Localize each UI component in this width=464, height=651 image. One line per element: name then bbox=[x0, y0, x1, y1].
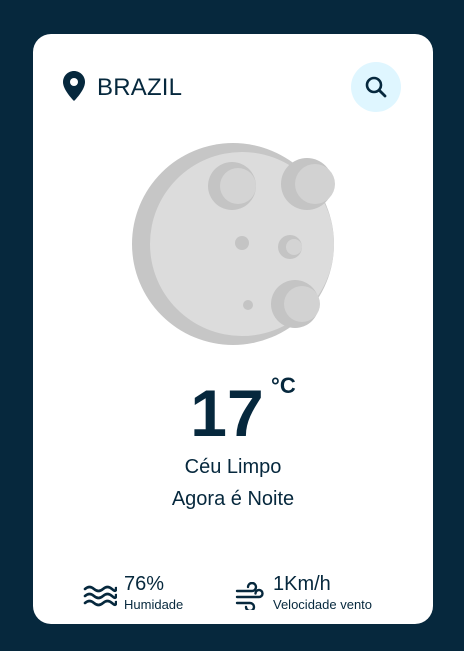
search-button[interactable] bbox=[351, 62, 401, 112]
day-period: Agora é Noite bbox=[171, 488, 295, 510]
temperature-value: 17 °C bbox=[190, 373, 296, 450]
water-waves-icon bbox=[83, 585, 117, 607]
humidity-value: 76% bbox=[124, 573, 165, 595]
wind-icon bbox=[235, 582, 264, 610]
map-pin-icon bbox=[63, 71, 85, 101]
weather-card: BRAZIL 17 °C Céu Limpo Agora é Noite 76%… bbox=[33, 34, 433, 624]
weather-details: 76% Humidade 1Km/h Velocidade vento bbox=[33, 569, 433, 619]
humidity-label: Humidade bbox=[124, 597, 184, 612]
search-box: BRAZIL bbox=[33, 34, 433, 140]
temperature-unit: °C bbox=[271, 373, 296, 398]
wind-label: Velocidade vento bbox=[273, 597, 373, 612]
search-icon bbox=[365, 76, 387, 98]
weather-description: Céu Limpo bbox=[184, 456, 282, 478]
wind-value: 1Km/h bbox=[273, 573, 331, 595]
temperature: 17 °C bbox=[33, 373, 433, 450]
moon-icon bbox=[132, 143, 335, 345]
location-name[interactable]: BRAZIL bbox=[97, 74, 182, 102]
